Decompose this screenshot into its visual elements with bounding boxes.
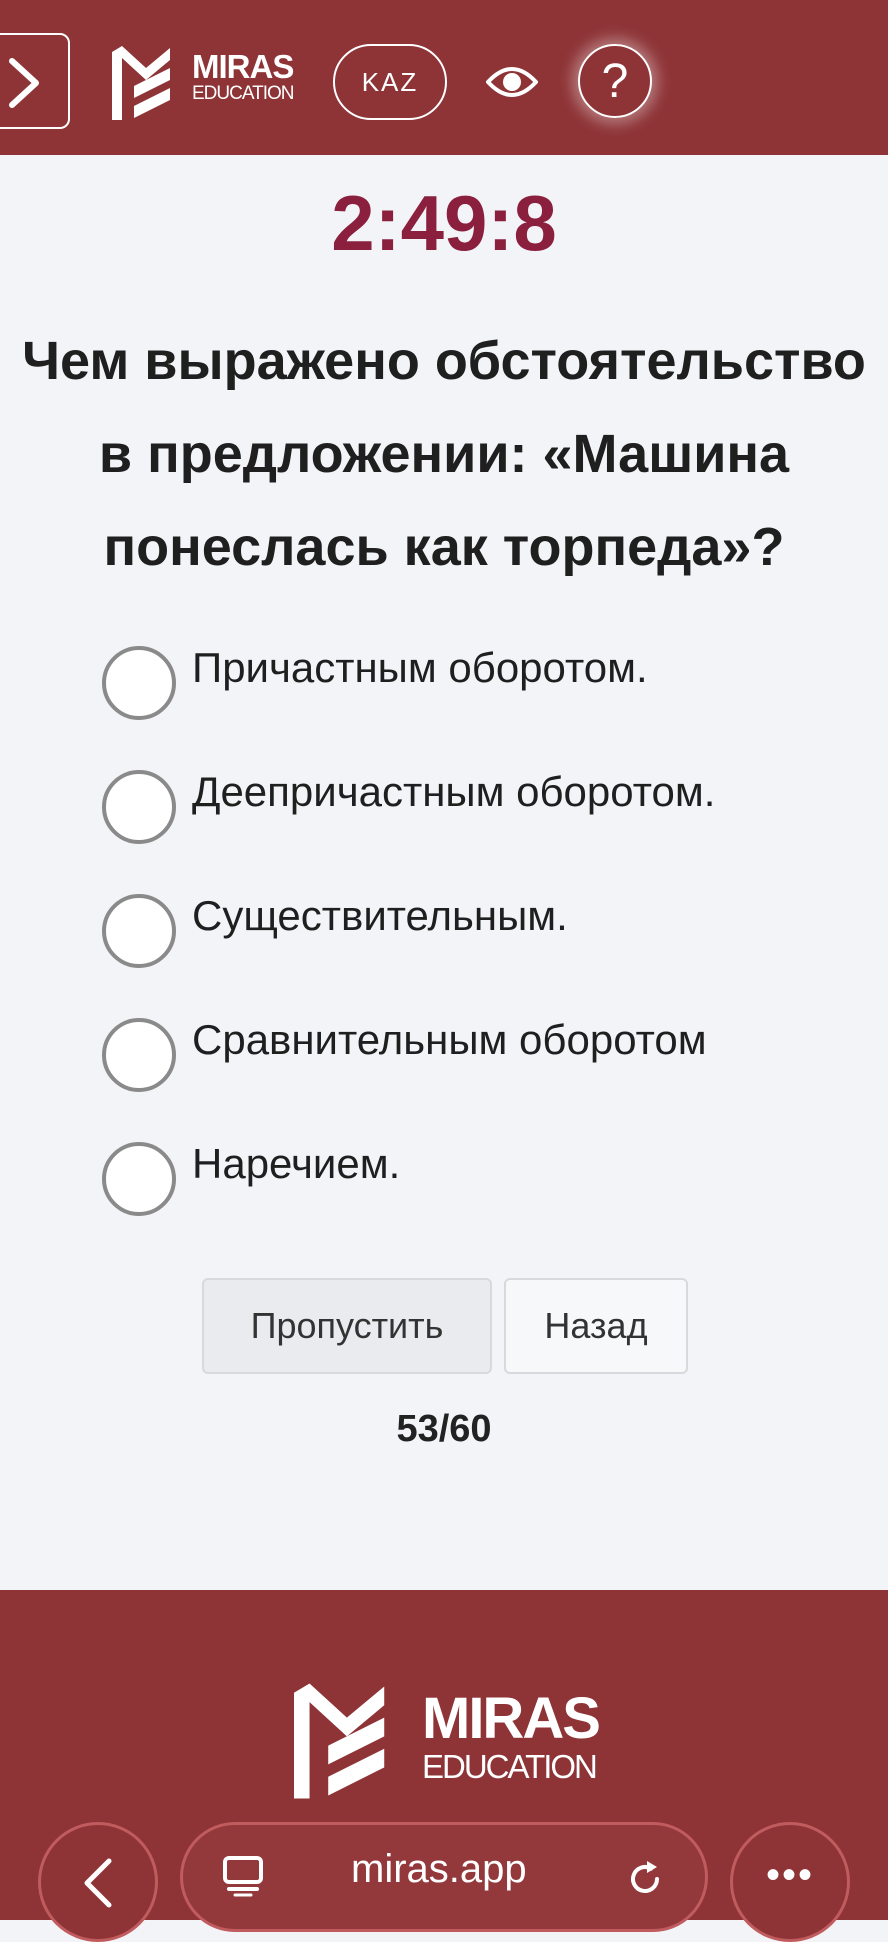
countdown-timer: 2:49:8 [331, 179, 557, 267]
logo-wordmark: MIRAS EDUCATION [192, 48, 294, 104]
answer-label[interactable]: Деепричастным оборотом. [192, 764, 715, 820]
browser-address-bar[interactable]: miras.app [180, 1822, 708, 1932]
logo-title: MIRAS [192, 48, 294, 85]
eye-icon[interactable] [486, 62, 538, 102]
miras-logo-icon [112, 46, 170, 120]
miras-logo-icon [294, 1683, 385, 1799]
radio-button[interactable] [102, 1018, 176, 1092]
question-line: понеслась как торпеда»? [103, 517, 785, 577]
reload-icon[interactable] [625, 1859, 665, 1899]
answer-option-1[interactable]: Причастным оборотом. [102, 640, 862, 720]
top-header: MIRAS EDUCATION KAZ ? [0, 0, 888, 155]
tabs-icon[interactable] [221, 1855, 265, 1897]
radio-button[interactable] [102, 770, 176, 844]
answer-label[interactable]: Причастным оборотом. [192, 640, 648, 696]
radio-button[interactable] [102, 894, 176, 968]
logo-subtitle: EDUCATION [192, 83, 294, 104]
skip-button[interactable]: Пропустить [202, 1278, 492, 1374]
answer-option-2[interactable]: Деепричастным оборотом. [102, 764, 862, 844]
question-progress: 53/60 [396, 1408, 492, 1450]
chevron-right-icon [9, 58, 39, 108]
footer-logo-wordmark: MIRAS EDUCATION [422, 1686, 601, 1785]
question-line: в предложении: «Машина [98, 424, 790, 484]
question-line: Чем выражено обстоятельство [22, 331, 866, 391]
footer-logo-title: MIRAS [422, 1686, 601, 1751]
question-text: Чем выражено обстоятельство в предложени… [0, 315, 888, 594]
answer-option-5[interactable]: Наречием. [102, 1136, 862, 1216]
answer-option-3[interactable]: Существительным. [102, 888, 862, 968]
footer-logo-subtitle: EDUCATION [422, 1748, 598, 1785]
radio-button[interactable] [102, 1142, 176, 1216]
answer-option-4[interactable]: Сравнительным оборотом [102, 1012, 862, 1092]
menu-toggle-button[interactable] [0, 33, 70, 129]
radio-button[interactable] [102, 646, 176, 720]
answer-label[interactable]: Наречием. [192, 1136, 400, 1192]
back-button[interactable]: Назад [504, 1278, 688, 1374]
language-button[interactable]: KAZ [333, 44, 447, 120]
browser-url[interactable]: miras.app [351, 1847, 527, 1892]
help-button[interactable]: ? [578, 44, 652, 118]
answer-label[interactable]: Существительным. [192, 888, 568, 944]
chevron-left-icon [84, 1858, 112, 1908]
browser-more-button[interactable]: ••• [730, 1822, 850, 1942]
answer-label[interactable]: Сравнительным оборотом [192, 1012, 707, 1068]
browser-back-button[interactable] [38, 1822, 158, 1942]
